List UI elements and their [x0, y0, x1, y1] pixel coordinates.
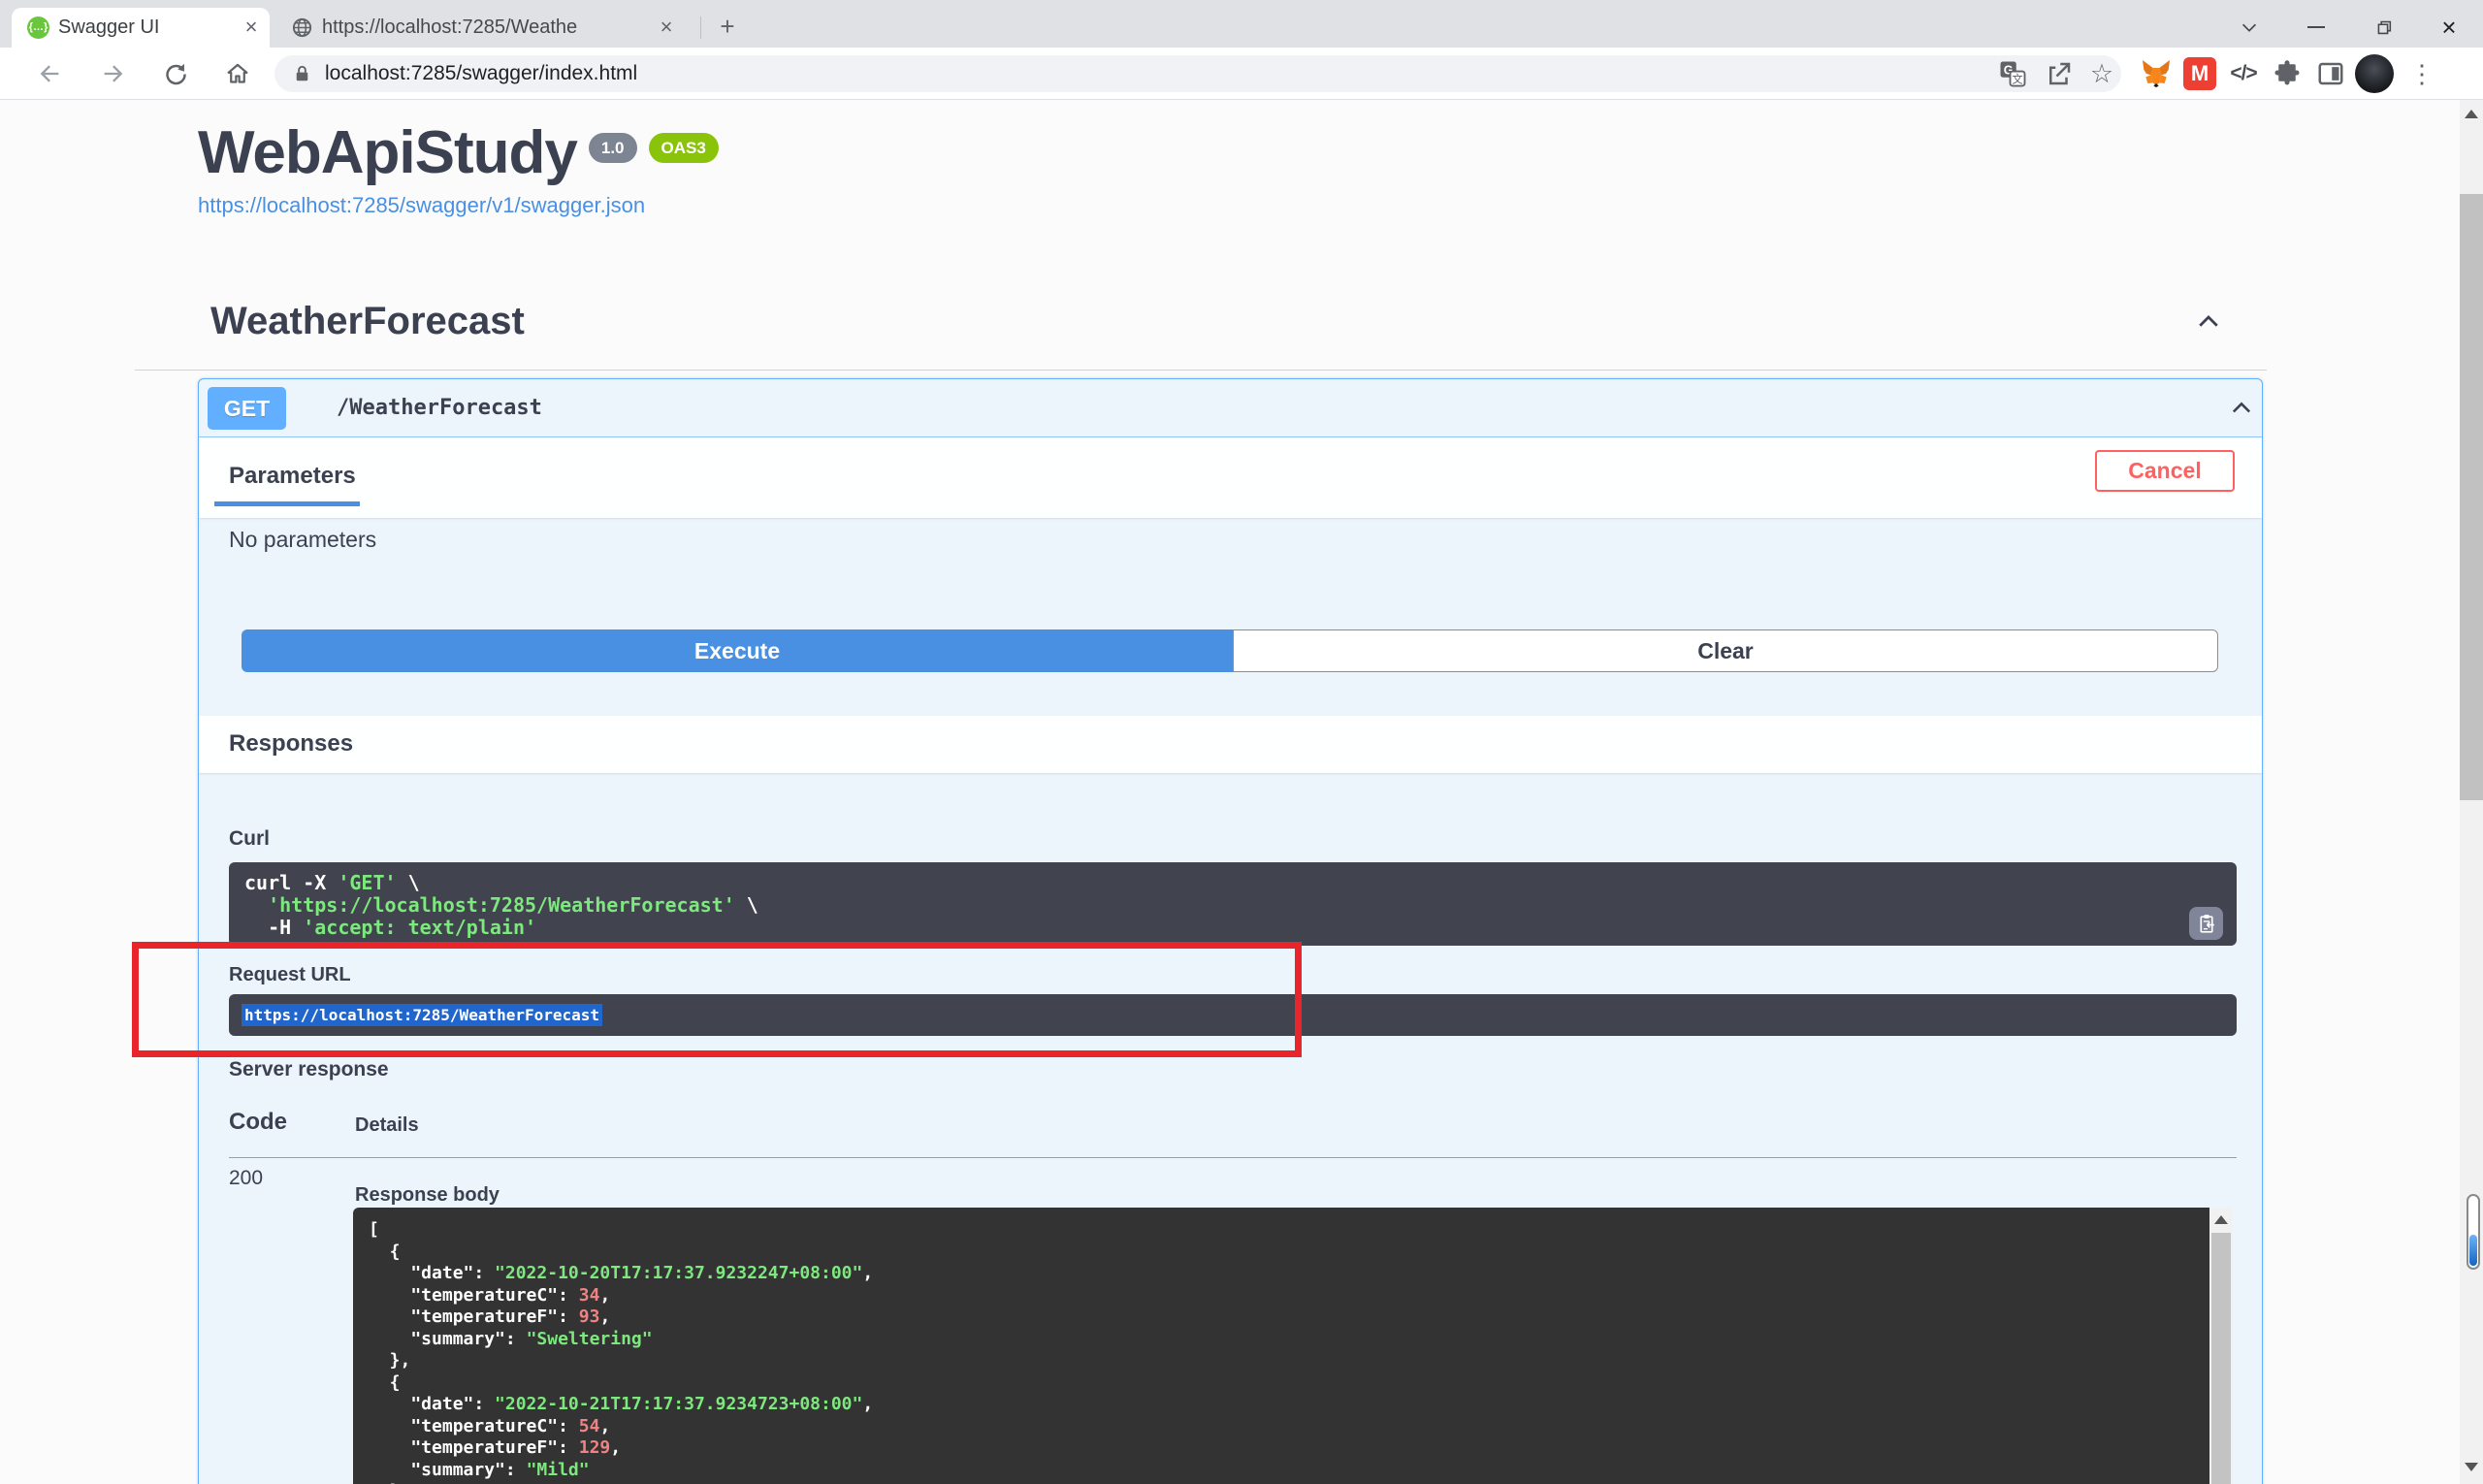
response-body-label: Response body: [355, 1184, 500, 1207]
code-column-header: Code: [229, 1109, 287, 1136]
response-scrollbar-thumb[interactable]: [2211, 1233, 2231, 1484]
globe-icon: [291, 16, 313, 44]
address-bar[interactable]: localhost:7285/swagger/index.html G文 ☆: [274, 55, 2121, 92]
status-code: 200: [229, 1167, 263, 1190]
page-scroll-down-icon[interactable]: [2465, 1463, 2478, 1471]
request-url-label: Request URL: [229, 964, 351, 986]
reload-icon[interactable]: [160, 58, 191, 89]
tab-title: Swagger UI: [58, 8, 160, 48]
responses-header-band: Responses: [199, 716, 2262, 773]
oas3-badge: OAS3: [649, 133, 719, 163]
tab-swagger-ui[interactable]: {…} Swagger UI ×: [12, 8, 270, 48]
side-panel-icon[interactable]: [2313, 56, 2348, 91]
extensions-puzzle-icon[interactable]: [2270, 56, 2305, 91]
section-divider: [135, 370, 2267, 371]
clear-button[interactable]: Clear: [1233, 629, 2218, 672]
back-icon[interactable]: [34, 58, 65, 89]
swagger-favicon-icon: {…}: [27, 16, 49, 39]
section-title: WeatherForecast: [210, 300, 525, 343]
section-collapse-chevron-icon[interactable]: [2194, 307, 2223, 341]
api-info-header: WebApiStudy 1.0 OAS3: [198, 121, 719, 185]
translate-icon[interactable]: G文: [1998, 59, 2027, 88]
no-parameters-text: No parameters: [229, 527, 376, 553]
tab-weatherforecast[interactable]: https://localhost:7285/Weathe ×: [283, 8, 694, 48]
tab-title: https://localhost:7285/Weathe: [322, 8, 642, 48]
lock-icon[interactable]: [291, 63, 313, 90]
address-url[interactable]: localhost:7285/swagger/index.html: [325, 55, 637, 92]
http-method-badge: GET: [208, 387, 286, 430]
tab-parameters[interactable]: Parameters: [229, 463, 356, 490]
request-url-value[interactable]: https://localhost:7285/WeatherForecast: [242, 994, 602, 1036]
page-scroll-up-icon[interactable]: [2465, 110, 2478, 118]
copy-to-clipboard-icon[interactable]: [2189, 907, 2223, 940]
execute-row: Execute Clear: [242, 629, 2218, 672]
home-icon[interactable]: [222, 58, 253, 89]
responses-heading: Responses: [229, 730, 353, 758]
code-extension-icon[interactable]: </>: [2226, 56, 2261, 91]
swagger-json-link[interactable]: https://localhost:7285/swagger/v1/swagge…: [198, 193, 645, 218]
opblock-summary[interactable]: GET /WeatherForecast: [199, 379, 2262, 437]
tab-close-icon[interactable]: ×: [239, 16, 264, 41]
share-icon[interactable]: [2045, 59, 2074, 88]
details-column-header: Details: [355, 1114, 419, 1137]
scroll-position-indicator: [2467, 1194, 2480, 1270]
close-window-button[interactable]: ×: [2435, 14, 2463, 41]
response-body-scrollbar[interactable]: [2209, 1208, 2233, 1484]
restore-button[interactable]: [2370, 14, 2397, 41]
browser-menu-icon[interactable]: ⋮: [2404, 56, 2439, 91]
version-badge: 1.0: [589, 133, 637, 163]
response-body-block[interactable]: [ { "date": "2022-10-20T17:17:37.9232247…: [353, 1208, 2233, 1484]
response-table-divider: [229, 1157, 2237, 1158]
bookmark-star-icon[interactable]: ☆: [2087, 59, 2116, 88]
new-tab-button[interactable]: +: [712, 12, 743, 43]
forward-icon[interactable]: [98, 58, 129, 89]
tab-close-icon[interactable]: ×: [654, 16, 679, 41]
profile-avatar[interactable]: [2355, 54, 2394, 93]
execute-button[interactable]: Execute: [242, 629, 1233, 672]
parameters-header-band: Parameters Cancel: [199, 437, 2262, 518]
server-response-label: Server response: [229, 1058, 389, 1081]
get-weatherforecast-opblock: GET /WeatherForecast Parameters Cancel N…: [198, 378, 2263, 1484]
page-title: WebApiStudy: [198, 121, 577, 185]
request-url-block[interactable]: https://localhost:7285/WeatherForecast: [229, 994, 2237, 1036]
scroll-up-arrow-icon[interactable]: [2214, 1215, 2228, 1224]
opblock-collapse-chevron-icon[interactable]: [2228, 395, 2255, 427]
svg-text:文: 文: [2012, 72, 2022, 85]
endpoint-path[interactable]: /WeatherForecast: [337, 379, 542, 437]
metamask-extension-icon[interactable]: [2139, 56, 2174, 91]
tab-separator: [700, 16, 701, 39]
browser-toolbar: localhost:7285/swagger/index.html G文 ☆ M…: [0, 48, 2483, 100]
tab-strip: {…} Swagger UI × https://localhost:7285/…: [0, 0, 2483, 48]
page-scrollbar[interactable]: [2460, 100, 2483, 1484]
browser-window: {…} Swagger UI × https://localhost:7285/…: [0, 0, 2483, 1484]
mail-extension-icon[interactable]: M: [2182, 56, 2217, 91]
page-scrollbar-thumb[interactable]: [2460, 194, 2483, 800]
tab-search-chevron-icon[interactable]: [2236, 14, 2263, 41]
page-viewport: WebApiStudy 1.0 OAS3 https://localhost:7…: [0, 100, 2483, 1484]
curl-code-block[interactable]: curl -X 'GET' \ 'https://localhost:7285/…: [229, 862, 2237, 946]
active-tab-underline: [214, 501, 360, 506]
scroll-indicator-fill: [2469, 1235, 2477, 1266]
cancel-button[interactable]: Cancel: [2095, 450, 2235, 492]
curl-command: curl -X 'GET' \ 'https://localhost:7285/…: [229, 862, 2237, 949]
curl-label: Curl: [229, 827, 270, 851]
response-json: [ { "date": "2022-10-20T17:17:37.9232247…: [353, 1208, 2209, 1484]
minimize-button[interactable]: [2303, 14, 2330, 41]
